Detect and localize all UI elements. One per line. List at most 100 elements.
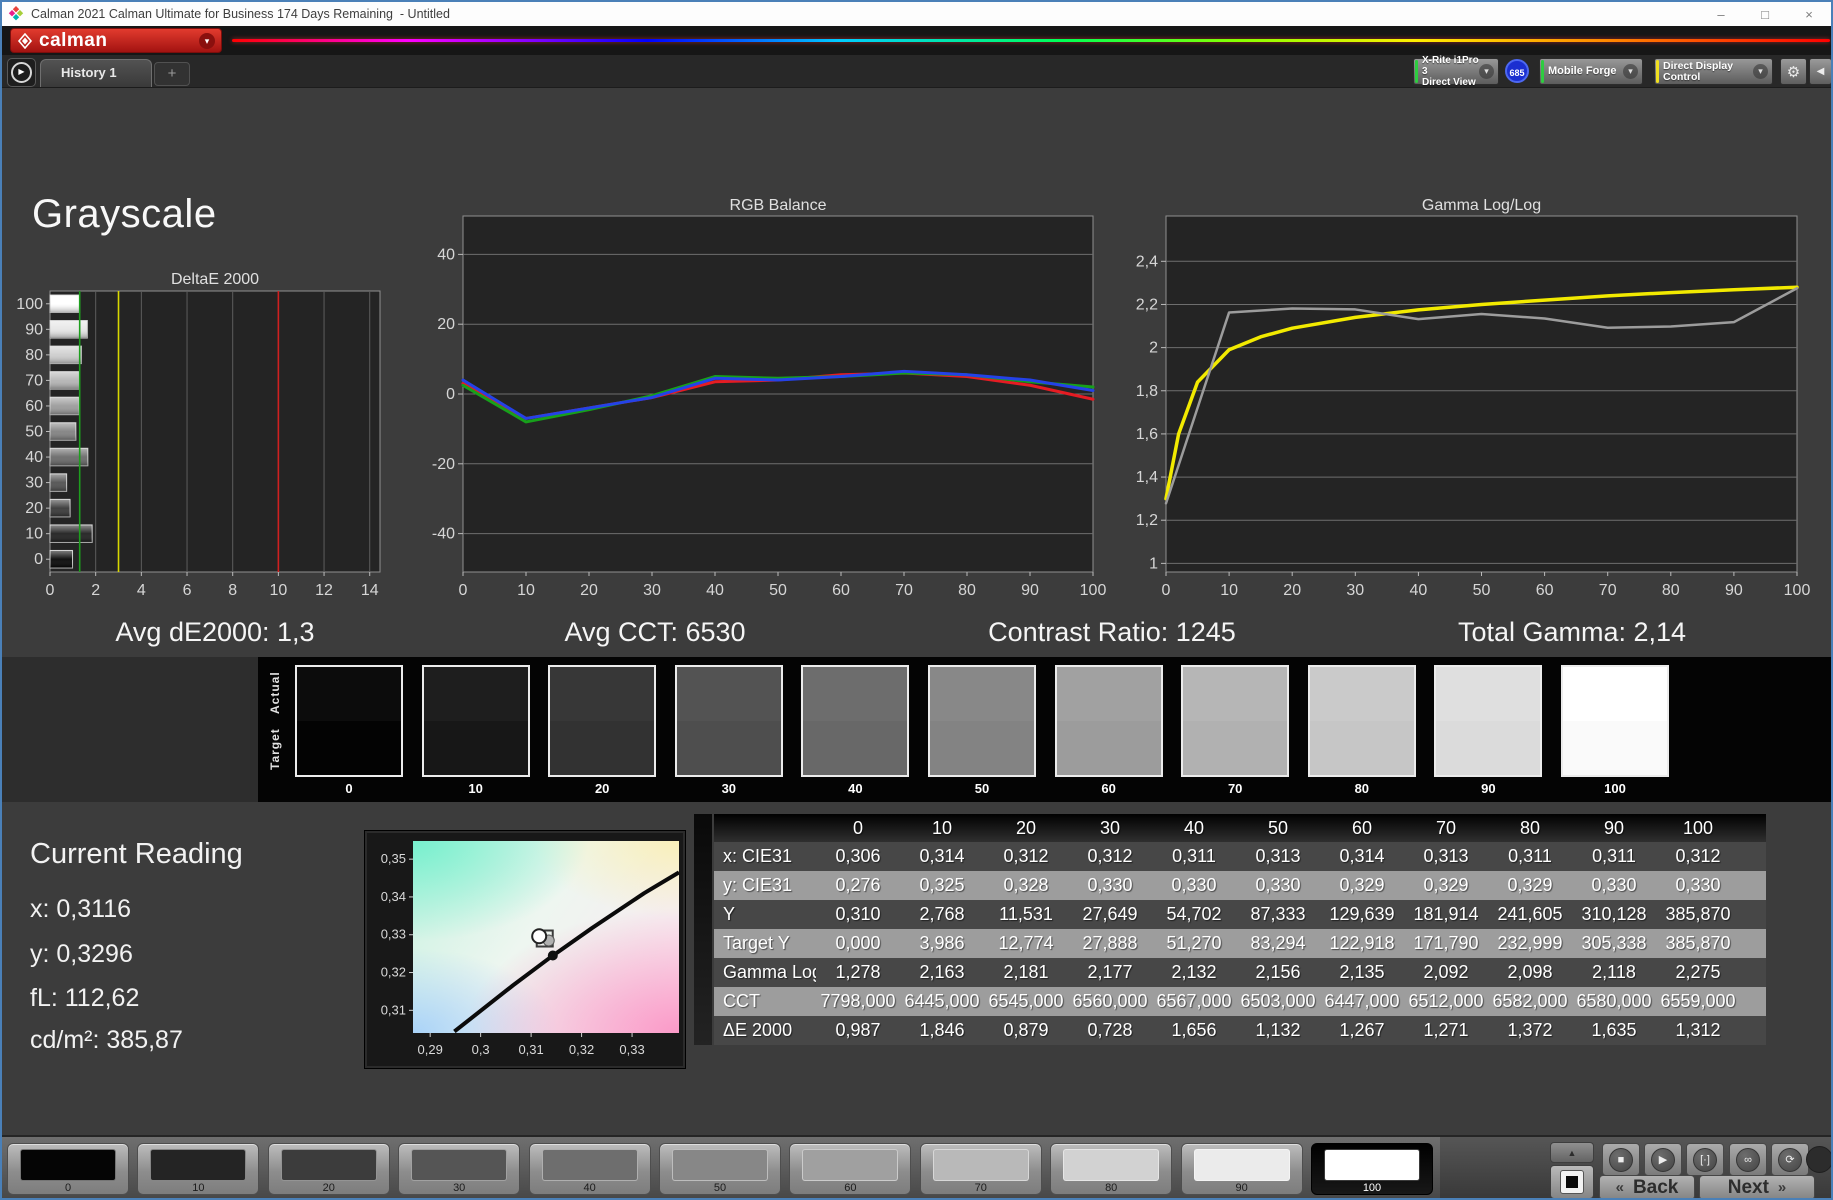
source-dropdown-label: Mobile Forge [1548, 65, 1617, 77]
play-button[interactable]: ▶ [1644, 1143, 1682, 1176]
table-cell [1740, 958, 1766, 987]
svg-text:40: 40 [437, 246, 455, 263]
svg-text:20: 20 [25, 500, 43, 517]
svg-text:0: 0 [34, 551, 43, 568]
stat-avg-de2000: Avg dE2000: 1,3 [115, 617, 315, 647]
table-cell: 83,294 [1250, 933, 1306, 953]
row-label: Target Y [723, 933, 790, 953]
pattern-button-0[interactable]: 0 [7, 1143, 129, 1195]
svg-text:6: 6 [183, 582, 192, 599]
svg-text:20: 20 [1283, 582, 1301, 599]
table-cell: 385,870 [1665, 933, 1731, 953]
row-label: y: CIE31 [723, 875, 793, 895]
table-cell: 6503,000 [1240, 991, 1316, 1011]
svg-text:2: 2 [91, 582, 100, 599]
single-measure-button[interactable]: [·] [1686, 1143, 1724, 1176]
source-dropdown[interactable]: Mobile Forge ▾ [1539, 58, 1643, 85]
svg-text:8: 8 [228, 582, 237, 599]
table-side-strip[interactable] [694, 814, 712, 1045]
up-icon: ▲ [1567, 1148, 1577, 1158]
grayscale-swatch-60 [1054, 665, 1163, 777]
collapse-panel-button[interactable]: ◀ [1809, 58, 1831, 85]
table-cell: 6580,000 [1576, 991, 1652, 1011]
current-reading-title: Current Reading [30, 838, 243, 870]
stat-total-gamma: Total Gamma: 2,14 [1457, 617, 1687, 647]
chevron-down-icon[interactable]: ▾ [199, 32, 215, 49]
grayscale-swatch-40 [801, 665, 910, 777]
swatch-target [1183, 721, 1288, 775]
display-control-dropdown[interactable]: Direct Display Control ▾ [1654, 58, 1773, 85]
back-button[interactable]: « Back [1599, 1175, 1695, 1198]
table-cell: 1,635 [1591, 1020, 1637, 1040]
svg-text:60: 60 [1536, 582, 1554, 599]
pattern-button-30[interactable]: 30 [398, 1143, 521, 1195]
grayscale-swatch-90 [1434, 665, 1543, 777]
add-tab-button[interactable]: + [154, 62, 190, 86]
swatch-actual [1056, 667, 1161, 721]
meter-dropdown[interactable]: X-Rite i1Pro 3 Direct View ▾ [1413, 55, 1499, 88]
minimize-button[interactable]: – [1699, 3, 1743, 26]
table-cell: 1,372 [1507, 1020, 1553, 1040]
calman-app-window: Calman 2021 Calman Ultimate for Business… [0, 0, 1833, 1200]
svg-text:80: 80 [25, 347, 43, 364]
pattern-button-60[interactable]: 60 [789, 1143, 912, 1195]
back-label: Back [1632, 1176, 1679, 1198]
pattern-button-70[interactable]: 70 [919, 1143, 1042, 1195]
chevron-down-icon: ▾ [1479, 64, 1494, 79]
pattern-swatch [932, 1149, 1029, 1181]
swatch-level-label: 10 [468, 781, 483, 796]
svg-text:100: 100 [16, 296, 43, 313]
maximize-button[interactable]: □ [1743, 3, 1787, 26]
table-cell: 0,313 [1423, 846, 1469, 866]
swatch-level-label: 0 [345, 781, 353, 796]
titlebar: Calman 2021 Calman Ultimate for Business… [2, 2, 1831, 27]
pattern-level-label: 40 [583, 1182, 596, 1194]
tab-history-1[interactable]: History 1 [40, 59, 152, 87]
swatch-target [297, 721, 401, 775]
pattern-bar: ▲ ■ ▶ [·] ∞ ⟳ « Back Next » 0 10 20 30 40 50 6… [2, 1135, 1831, 1198]
meter-connection-badge[interactable]: 685 [1505, 59, 1529, 83]
table-cell: 0,330 [1255, 875, 1301, 895]
table-cell [1740, 842, 1766, 871]
table-cell: 0,330 [1171, 875, 1217, 895]
pattern-button-10[interactable]: 10 [137, 1143, 260, 1195]
pattern-up-button[interactable]: ▲ [1550, 1142, 1594, 1163]
svg-text:0,3: 0,3 [472, 1042, 490, 1057]
swatch-target [423, 721, 528, 775]
svg-text:0,31: 0,31 [381, 1002, 406, 1017]
pattern-window-button[interactable] [1550, 1165, 1594, 1198]
svg-text:70: 70 [25, 372, 43, 389]
close-button[interactable]: × [1787, 3, 1831, 26]
refresh-button[interactable]: ⟳ [1771, 1143, 1809, 1176]
pattern-button-20[interactable]: 20 [267, 1143, 390, 1195]
pattern-button-80[interactable]: 80 [1050, 1143, 1173, 1195]
settings-button[interactable]: ⚙ [1780, 58, 1807, 85]
workflow-expand-button[interactable]: ▶ [7, 58, 36, 87]
continuous-measure-button[interactable]: ∞ [1729, 1143, 1767, 1176]
table-cell: 2,275 [1675, 962, 1721, 982]
reading-fl: fL: 112,62 [30, 984, 140, 1012]
swatch-target [1563, 721, 1667, 775]
pattern-button-100[interactable]: 100 [1311, 1143, 1433, 1195]
stat-avg-cct: Avg CCT: 6530 [564, 617, 746, 647]
table-header-row: 0 10 20 30 40 50 60 70 80 90 100 [714, 814, 1766, 842]
pattern-level-label: 20 [322, 1182, 335, 1194]
table-cell: 6560,000 [1072, 991, 1148, 1011]
chevron-down-icon: ▾ [1623, 64, 1638, 79]
table-cell: 27,649 [1082, 904, 1138, 924]
pattern-button-50[interactable]: 50 [659, 1143, 781, 1195]
calman-menu-button[interactable]: calman ▾ [10, 28, 222, 53]
swatch-level-label: 60 [1101, 781, 1116, 796]
table-cell: 6582,000 [1492, 991, 1568, 1011]
grayscale-swatch-10 [421, 665, 530, 777]
stop-button[interactable]: ■ [1602, 1143, 1640, 1176]
pattern-button-40[interactable]: 40 [528, 1143, 651, 1195]
pattern-button-90[interactable]: 90 [1180, 1143, 1303, 1195]
table-cell: 100 [1682, 818, 1714, 838]
table-cell: 1,278 [835, 962, 881, 982]
svg-text:70: 70 [1599, 582, 1617, 599]
pattern-level-label: 0 [64, 1182, 72, 1194]
calman-app-icon [8, 6, 24, 21]
table-row: ΔE 2000 0,987 1,846 0,879 0,728 1,656 1,132 1,2… [714, 1016, 1766, 1045]
next-button[interactable]: Next » [1699, 1175, 1815, 1198]
